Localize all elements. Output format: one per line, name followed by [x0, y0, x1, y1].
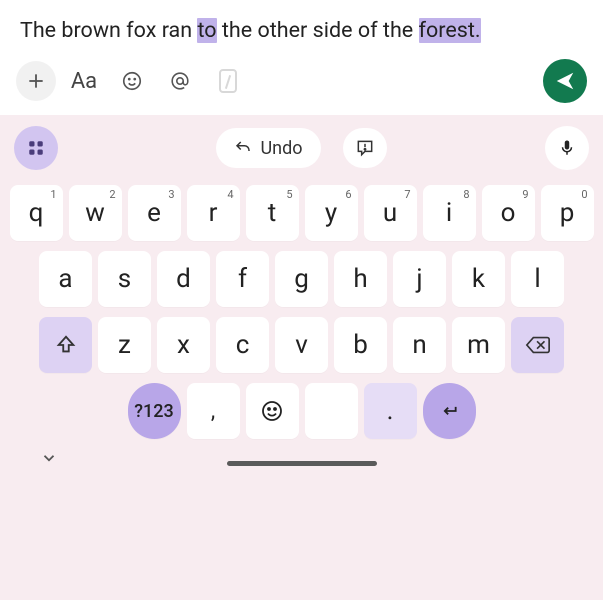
- attach-icon: [219, 69, 237, 93]
- key-o[interactable]: o9: [482, 185, 535, 241]
- text-format-label: Aa: [71, 69, 97, 94]
- key-f[interactable]: f: [216, 251, 269, 307]
- key-w[interactable]: w2: [69, 185, 122, 241]
- comma-key[interactable]: ,: [187, 383, 240, 439]
- plus-icon: [26, 71, 46, 91]
- message-input[interactable]: The brown fox ran to the other side of t…: [0, 0, 603, 49]
- mention-button[interactable]: [160, 61, 200, 101]
- smile-icon: [260, 399, 284, 423]
- shift-key[interactable]: [39, 317, 92, 373]
- send-icon: [554, 70, 576, 92]
- key-a[interactable]: a: [39, 251, 92, 307]
- key-g[interactable]: g: [275, 251, 328, 307]
- nav-bar: [0, 439, 603, 487]
- mic-icon: [558, 137, 576, 159]
- return-icon: [437, 401, 461, 421]
- text-segment: The brown fox ran: [20, 18, 197, 43]
- emoji-button[interactable]: [112, 61, 152, 101]
- key-z[interactable]: z: [98, 317, 151, 373]
- shift-icon: [55, 334, 77, 356]
- key-y[interactable]: y6: [305, 185, 358, 241]
- keyboard-suggestion-bar: Undo: [0, 117, 603, 179]
- enter-key[interactable]: [423, 383, 476, 439]
- chevron-down-icon: [40, 449, 58, 467]
- key-h[interactable]: h: [334, 251, 387, 307]
- undo-label: Undo: [260, 138, 302, 159]
- key-q[interactable]: q1: [10, 185, 63, 241]
- highlighted-text: to: [197, 18, 216, 43]
- emoji-key[interactable]: [246, 383, 299, 439]
- key-b[interactable]: b: [334, 317, 387, 373]
- key-i[interactable]: i8: [423, 185, 476, 241]
- compose-toolbar: Aa: [0, 49, 603, 115]
- home-handle[interactable]: [227, 461, 377, 466]
- undo-button[interactable]: Undo: [216, 128, 320, 168]
- attach-button[interactable]: [208, 61, 248, 101]
- key-p[interactable]: p0: [541, 185, 594, 241]
- keyboard-menu-button[interactable]: [14, 126, 58, 170]
- send-button[interactable]: [543, 59, 587, 103]
- keyboard: Undo q1 w2 e3 r4 t5 y6 u7 i8 o9: [0, 115, 603, 600]
- collapse-keyboard-button[interactable]: [40, 449, 58, 467]
- key-u[interactable]: u7: [364, 185, 417, 241]
- add-button[interactable]: [16, 61, 56, 101]
- keyboard-row-3: z x c v b n m: [6, 317, 597, 373]
- feedback-icon: [355, 138, 375, 158]
- smile-icon: [121, 70, 143, 92]
- key-m[interactable]: m: [452, 317, 505, 373]
- key-t[interactable]: t5: [246, 185, 299, 241]
- at-icon: [168, 69, 192, 93]
- space-key[interactable]: [305, 383, 358, 439]
- keyboard-row-4: ?123 , .: [6, 383, 597, 439]
- text-segment: the other side of the: [217, 18, 419, 43]
- key-c[interactable]: c: [216, 317, 269, 373]
- backspace-icon: [525, 335, 551, 355]
- key-j[interactable]: j: [393, 251, 446, 307]
- keyboard-row-2: a s d f g h j k l: [6, 251, 597, 307]
- key-r[interactable]: r4: [187, 185, 240, 241]
- backspace-key[interactable]: [511, 317, 564, 373]
- key-v[interactable]: v: [275, 317, 328, 373]
- grid-icon: [27, 139, 45, 157]
- symbols-key[interactable]: ?123: [128, 383, 181, 439]
- keyboard-row-1: q1 w2 e3 r4 t5 y6 u7 i8 o9 p0: [6, 185, 597, 241]
- feedback-button[interactable]: [343, 128, 387, 168]
- undo-icon: [234, 139, 252, 157]
- mic-button[interactable]: [545, 126, 589, 170]
- text-format-button[interactable]: Aa: [64, 61, 104, 101]
- key-l[interactable]: l: [511, 251, 564, 307]
- highlighted-text: forest.: [419, 18, 481, 43]
- key-s[interactable]: s: [98, 251, 151, 307]
- key-k[interactable]: k: [452, 251, 505, 307]
- key-e[interactable]: e3: [128, 185, 181, 241]
- key-d[interactable]: d: [157, 251, 210, 307]
- key-x[interactable]: x: [157, 317, 210, 373]
- key-n[interactable]: n: [393, 317, 446, 373]
- period-key[interactable]: .: [364, 383, 417, 439]
